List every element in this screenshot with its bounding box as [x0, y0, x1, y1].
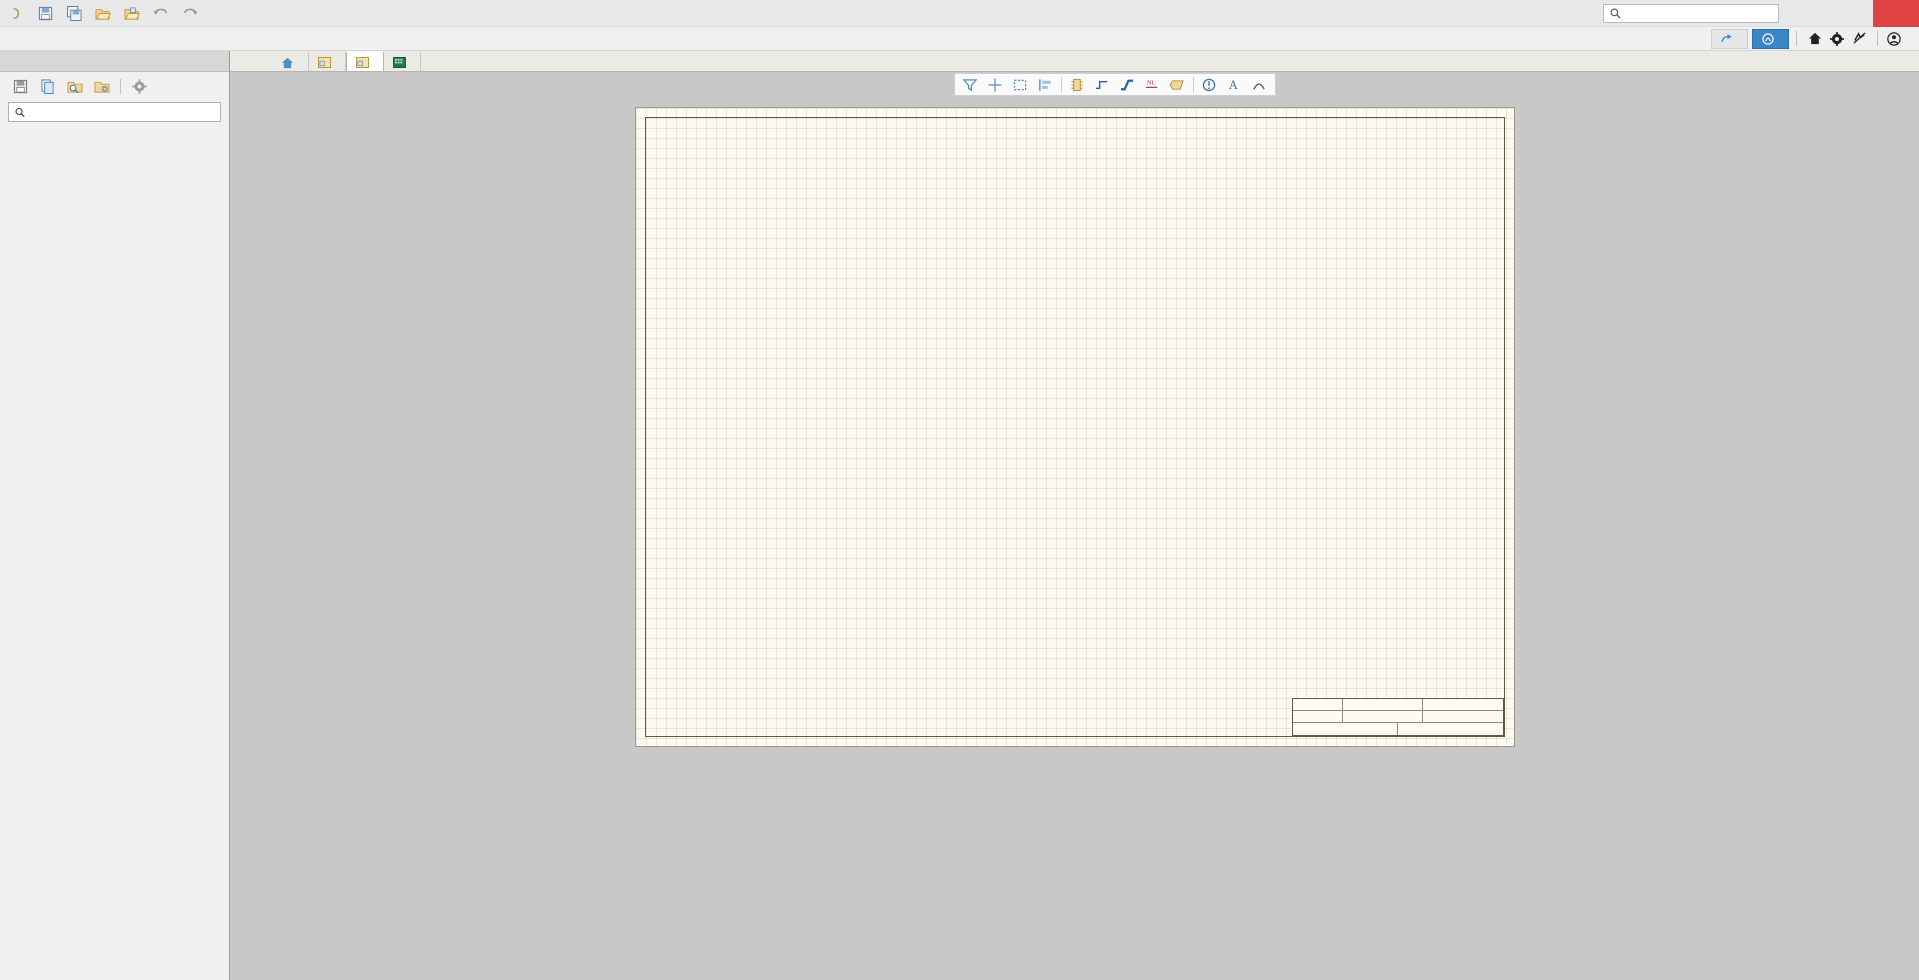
title-block-size-cell [1293, 699, 1343, 710]
divider [1796, 31, 1797, 46]
minimize-button[interactable] [1793, 0, 1833, 27]
menu-bar [0, 27, 1919, 51]
editor-area: NL A [230, 51, 1919, 980]
tabbar-close-icon[interactable] [258, 51, 272, 71]
share-button[interactable] [1711, 28, 1748, 49]
filter-icon[interactable] [958, 74, 983, 95]
home-icon [281, 57, 294, 68]
projects-search-input[interactable] [31, 105, 214, 119]
crosshair-icon[interactable] [983, 74, 1008, 95]
panel-compile-icon[interactable] [39, 78, 56, 95]
title-block-date-cell [1293, 722, 1398, 735]
notifications-off-icon[interactable] [1848, 29, 1870, 49]
schdoc-icon [356, 56, 369, 68]
main-area: NL A [0, 51, 1919, 980]
panel-open-folder-search-icon[interactable] [66, 78, 83, 95]
schematic-title-block [1291, 698, 1504, 736]
share-icon [1721, 34, 1732, 43]
title-bar [0, 0, 1919, 27]
projects-panel [0, 51, 230, 980]
svg-text:A: A [1229, 78, 1238, 92]
schematic-sheet[interactable] [634, 107, 1515, 747]
redo-icon[interactable] [180, 3, 200, 23]
no-erc-icon[interactable] [1197, 74, 1222, 95]
altium-logo-icon [1762, 32, 1774, 45]
text-icon[interactable]: A [1222, 74, 1247, 95]
divider [1192, 77, 1194, 92]
title-block-revision-value-cell [1423, 711, 1503, 722]
schematic-toolstrip: NL A [230, 72, 1919, 97]
component-icon[interactable] [1065, 74, 1090, 95]
projects-panel-toolbar [0, 72, 229, 100]
close-button[interactable] [1873, 0, 1919, 27]
pcbdoc-icon [393, 56, 406, 68]
tab-zhinengche-sch[interactable] [346, 51, 384, 71]
user-account-icon [1887, 31, 1901, 46]
sign-in-status[interactable] [1885, 31, 1911, 46]
title-block-sheet-cell [1398, 723, 1503, 735]
home-icon[interactable] [1804, 29, 1826, 49]
buy-online-button[interactable] [1752, 28, 1789, 49]
title-block-revision-cell [1423, 699, 1503, 710]
sheet-border-frame [644, 117, 1505, 737]
tab-frcpctrl-pcb[interactable] [384, 51, 421, 71]
search-icon [1610, 8, 1621, 19]
tab-home-page[interactable] [272, 51, 309, 71]
global-search-input[interactable] [1626, 7, 1756, 19]
tabbar-pin-icon[interactable] [244, 51, 258, 71]
divider [1877, 31, 1878, 46]
gear-icon[interactable] [1826, 29, 1848, 49]
projects-search-box[interactable] [8, 102, 221, 122]
title-block-size-value-cell [1293, 710, 1343, 722]
wire-icon[interactable] [1090, 74, 1115, 95]
panel-open-folder-config-icon[interactable] [93, 78, 110, 95]
global-search-box[interactable] [1603, 3, 1779, 23]
save-all-icon[interactable] [64, 3, 84, 23]
panel-settings-gear-icon[interactable] [131, 78, 148, 95]
bus-icon[interactable] [1115, 74, 1140, 95]
port-icon[interactable] [1165, 74, 1190, 95]
divider [1060, 77, 1062, 92]
search-icon [15, 107, 25, 117]
tabbar-dropdown-icon[interactable] [230, 51, 244, 71]
title-block-number-value-cell [1343, 710, 1423, 722]
open-project-icon[interactable] [122, 3, 142, 23]
save-icon[interactable] [35, 3, 55, 23]
panel-save-icon[interactable] [12, 78, 29, 95]
undo-icon[interactable] [151, 3, 171, 23]
title-block-number-cell [1343, 699, 1423, 710]
document-tab-bar [230, 51, 1919, 72]
project-tree[interactable] [0, 128, 229, 980]
align-left-icon[interactable] [1033, 74, 1058, 95]
selection-box-icon[interactable] [1008, 74, 1033, 95]
restore-button[interactable] [1833, 0, 1873, 27]
tab-frcpctrl-sch[interactable] [309, 51, 346, 71]
projects-panel-header [0, 51, 229, 72]
svg-text:NL: NL [1147, 79, 1156, 86]
schdoc-icon [318, 56, 331, 68]
net-label-icon[interactable]: NL [1140, 74, 1165, 95]
quick-access-icon[interactable] [6, 3, 26, 23]
schematic-canvas[interactable] [230, 97, 1919, 980]
quick-access-toolbar [0, 3, 200, 23]
open-icon[interactable] [93, 3, 113, 23]
divider [120, 78, 121, 94]
arc-icon[interactable] [1247, 74, 1272, 95]
